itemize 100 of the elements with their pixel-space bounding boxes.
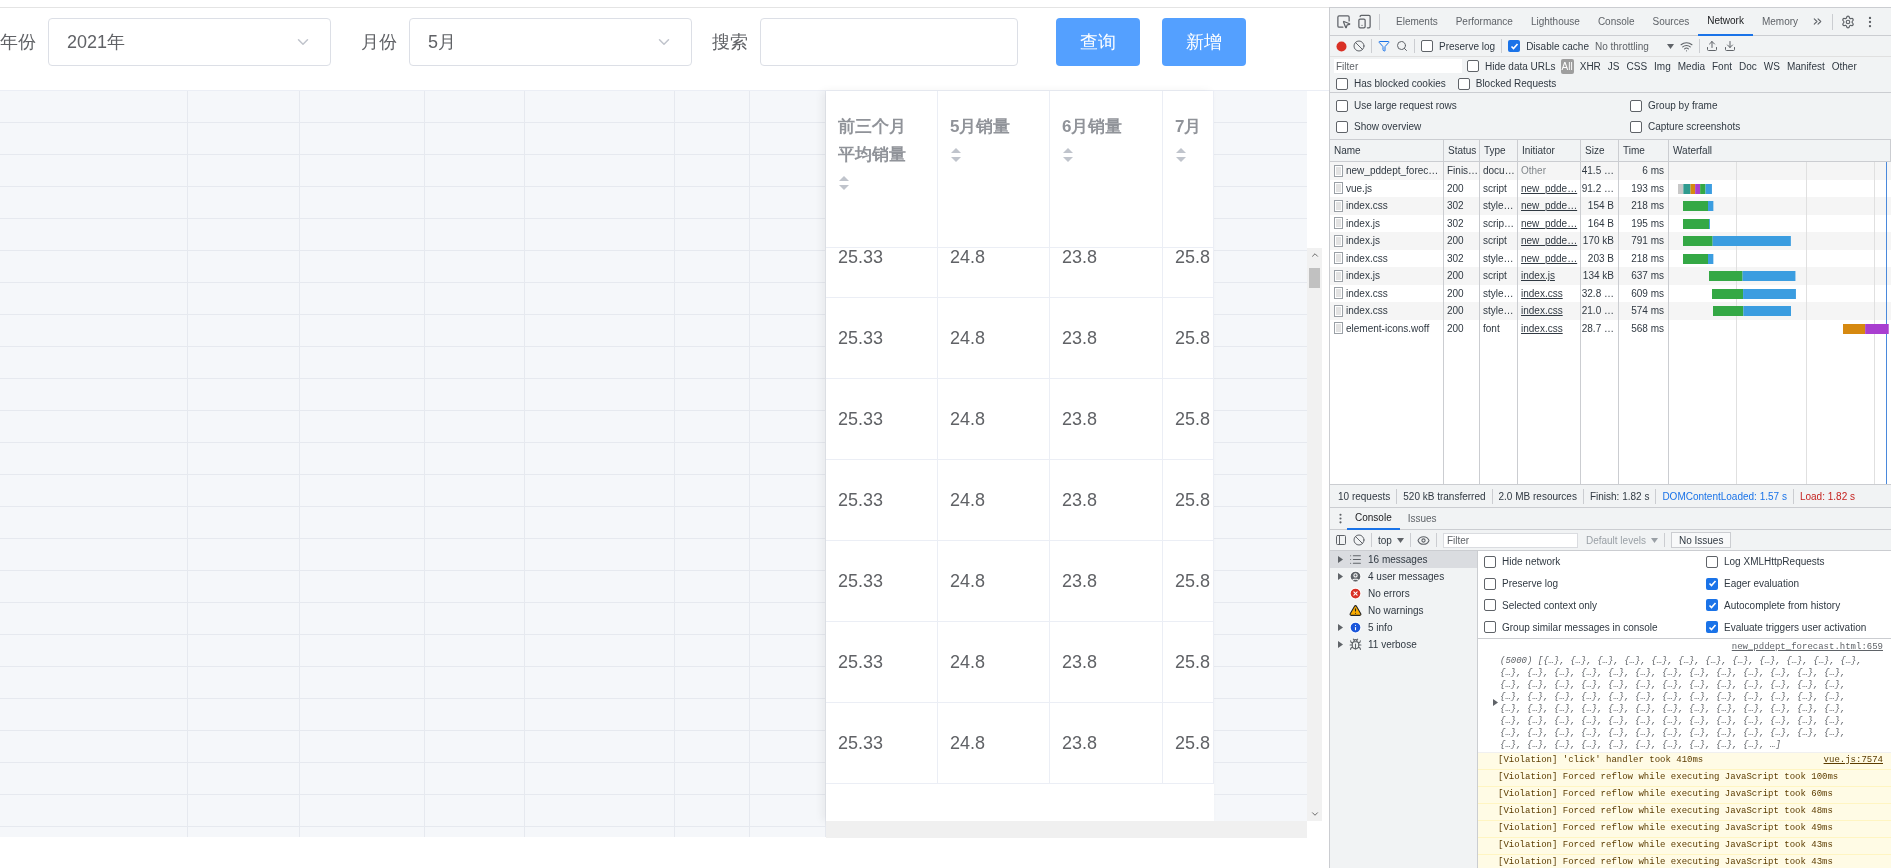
checkbox[interactable]	[1467, 60, 1479, 72]
initiator-link[interactable]: new_pdde…	[1521, 233, 1578, 249]
checkbox[interactable]	[1508, 40, 1521, 52]
throttling-select[interactable]: No throttling	[1594, 38, 1674, 54]
sidebar-item[interactable]: No warnings	[1330, 602, 1477, 619]
search-icon[interactable]	[1396, 40, 1408, 52]
initiator-link[interactable]: index.css	[1521, 303, 1563, 319]
filter-field[interactable]: Filter	[1334, 59, 1462, 73]
expand-arrow-icon[interactable]	[1338, 641, 1343, 648]
initiator-link[interactable]: new_pdde…	[1521, 180, 1578, 196]
column-header[interactable]: Time	[1623, 143, 1645, 158]
column-header[interactable]: Waterfall	[1673, 143, 1713, 158]
type-filter[interactable]: Font	[1711, 58, 1733, 74]
column-header[interactable]: Initiator	[1522, 143, 1555, 158]
column-header[interactable]: Type	[1484, 143, 1506, 158]
type-filter[interactable]: Manifest	[1785, 58, 1826, 74]
initiator-link[interactable]: new_pdde…	[1521, 215, 1578, 231]
settings-icon[interactable]	[1841, 14, 1856, 29]
request-name[interactable]: element-icons.woff	[1346, 320, 1430, 336]
context-select[interactable]: top	[1378, 532, 1404, 548]
type-filter[interactable]: Other	[1830, 58, 1858, 74]
horizontal-scrollbar[interactable]	[826, 821, 1307, 838]
column-header[interactable]: Name	[1334, 143, 1361, 158]
checkbox[interactable]	[1484, 555, 1496, 568]
source-link[interactable]: new_pddept_forecast.html:659	[1731, 641, 1883, 655]
import-icon[interactable]	[1705, 40, 1718, 52]
checkbox[interactable]	[1336, 77, 1348, 90]
network-conditions-icon[interactable]	[1679, 39, 1693, 53]
sidebar-item[interactable]: 16 messages	[1330, 551, 1477, 568]
inspect-icon[interactable]	[1336, 14, 1351, 29]
type-filter[interactable]: JS	[1606, 58, 1621, 74]
checkbox[interactable]	[1630, 120, 1642, 133]
sidebar-toggle-icon[interactable]	[1335, 534, 1347, 546]
sidebar-item[interactable]: 4 user messages	[1330, 568, 1477, 585]
select-field[interactable]: 2021年	[48, 18, 331, 66]
filter-field[interactable]: Filter	[1442, 532, 1578, 548]
eye-icon[interactable]	[1416, 533, 1430, 547]
column-header[interactable]: Status	[1448, 143, 1477, 158]
initiator-link[interactable]: index.js	[1521, 268, 1555, 284]
devtools-tab[interactable]: Performance	[1446, 8, 1522, 36]
type-filter[interactable]: Media	[1676, 58, 1706, 74]
request-name[interactable]: index.js	[1346, 268, 1380, 284]
request-name[interactable]: index.css	[1346, 198, 1388, 214]
sidebar-item[interactable]: 11 verbose	[1330, 636, 1477, 653]
type-filter[interactable]: WS	[1762, 58, 1781, 74]
initiator-link[interactable]: index.css	[1521, 320, 1563, 336]
type-filter[interactable]: Img	[1653, 58, 1672, 74]
column-header[interactable]: Size	[1585, 143, 1605, 158]
type-filter[interactable]: Doc	[1738, 58, 1758, 74]
dropdown-triangle-icon[interactable]	[1396, 537, 1404, 543]
initiator-link[interactable]: new_pdde…	[1521, 250, 1578, 266]
expand-arrow-icon[interactable]	[1338, 573, 1343, 580]
device-icon[interactable]	[1357, 14, 1372, 29]
sidebar-item[interactable]: No errors	[1330, 585, 1477, 602]
checkbox[interactable]	[1706, 621, 1718, 634]
devtools-tab[interactable]: Console	[1588, 8, 1644, 36]
dropdown-triangle-icon[interactable]	[1666, 43, 1674, 49]
expand-arrow-icon[interactable]	[1493, 699, 1498, 706]
request-name[interactable]: vue.js	[1346, 180, 1373, 196]
request-name[interactable]: index.css	[1346, 303, 1388, 319]
type-filter[interactable]: XHR	[1578, 58, 1602, 74]
devtools-tab[interactable]: Memory	[1752, 8, 1808, 36]
clear-icon[interactable]	[1353, 534, 1365, 546]
export-icon[interactable]	[1723, 40, 1736, 52]
checkbox[interactable]	[1484, 599, 1496, 612]
scroll-up-icon[interactable]	[1309, 250, 1320, 260]
checkbox[interactable]	[1484, 577, 1496, 590]
expand-arrow-icon[interactable]	[1338, 556, 1343, 563]
checkbox[interactable]	[1336, 120, 1348, 133]
search-field[interactable]	[760, 18, 1018, 66]
source-link[interactable]: vue.js:7574	[1823, 753, 1883, 768]
request-name[interactable]: index.js	[1346, 233, 1380, 249]
checkbox[interactable]	[1706, 555, 1718, 568]
initiator-link[interactable]: new_pdde…	[1521, 198, 1578, 214]
checkbox[interactable]	[1630, 99, 1642, 112]
checkbox[interactable]	[1421, 40, 1433, 52]
vertical-scrollbar[interactable]	[1307, 248, 1322, 821]
scroll-down-icon[interactable]	[1309, 809, 1320, 819]
request-name[interactable]: index.css	[1346, 250, 1388, 266]
issues-button[interactable]: No Issues	[1670, 532, 1732, 548]
devtools-tab[interactable]: Sources	[1643, 8, 1699, 36]
request-name[interactable]: index.css	[1346, 285, 1388, 301]
devtools-tab[interactable]: Elements	[1387, 8, 1447, 36]
filter-icon[interactable]	[1378, 40, 1390, 52]
request-name[interactable]: index.js	[1346, 215, 1380, 231]
checkbox[interactable]	[1336, 99, 1348, 112]
clear-icon[interactable]	[1353, 40, 1365, 52]
scrollbar-thumb[interactable]	[1309, 268, 1320, 288]
select-field[interactable]: 5月	[409, 18, 692, 66]
checkbox[interactable]	[1706, 599, 1718, 612]
request-name[interactable]: new_pddept_forec…	[1346, 163, 1439, 179]
initiator-link[interactable]: index.css	[1521, 285, 1563, 301]
drawer-tab[interactable]: Issues	[1399, 507, 1445, 530]
expand-arrow-icon[interactable]	[1338, 624, 1343, 631]
type-filter[interactable]: CSS	[1625, 58, 1649, 74]
checkbox[interactable]	[1706, 577, 1718, 590]
record-icon[interactable]	[1336, 40, 1347, 52]
checkbox[interactable]	[1484, 621, 1496, 634]
sidebar-item[interactable]: 5 info	[1330, 619, 1477, 636]
devtools-tab[interactable]: Lighthouse	[1521, 8, 1589, 36]
